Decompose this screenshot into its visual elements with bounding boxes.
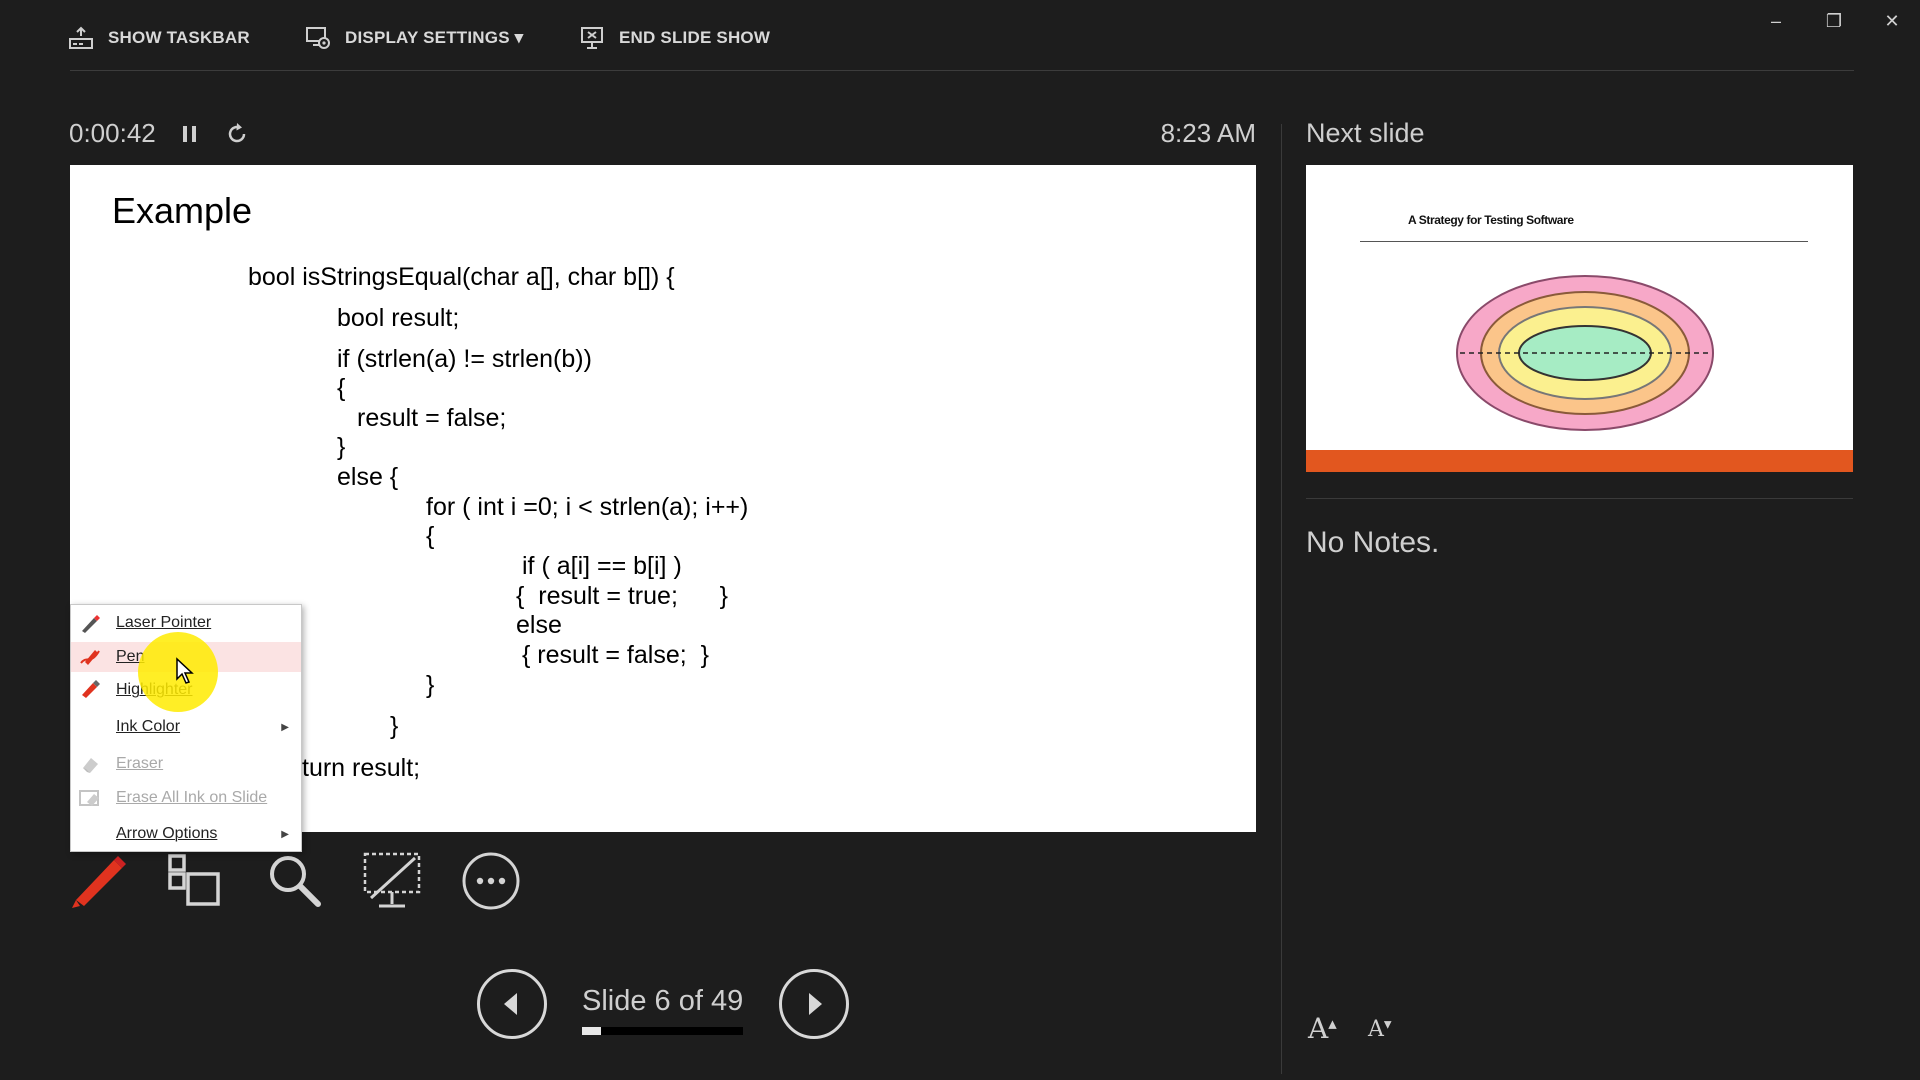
menu-item-ink-color[interactable]: Ink Color ▶ — [71, 712, 301, 742]
code-line: turn result; — [302, 754, 421, 782]
highlighter-icon — [82, 680, 100, 698]
menu-item-arrow-options[interactable]: Arrow Options ▶ — [71, 819, 301, 849]
previous-slide-button[interactable] — [477, 969, 547, 1039]
slide-counter[interactable]: Slide 6 of 49 — [582, 985, 743, 1018]
thumb-divider — [1360, 241, 1808, 242]
toolbar-divider — [70, 70, 1854, 71]
increase-font-label: A — [1308, 1012, 1329, 1045]
submenu-arrow-icon: ▶ — [281, 721, 289, 733]
thumb-accent-bar — [1306, 450, 1853, 472]
notes-divider — [1306, 498, 1853, 499]
code-line: } — [426, 671, 435, 699]
top-toolbar: SHOW TASKBAR DISPLAY SETTINGS ▾ END SLID… — [0, 0, 1920, 72]
code-line: else { — [337, 463, 399, 491]
end-slide-show-label: END SLIDE SHOW — [619, 28, 771, 47]
next-slide-title: A Strategy for Testing Software — [1408, 213, 1574, 227]
code-line: bool result; — [337, 304, 460, 332]
black-screen-icon[interactable] — [361, 850, 423, 912]
decrease-font-label: A — [1368, 1017, 1384, 1042]
code-line: if ( a[i] == b[i] ) — [522, 552, 682, 580]
pane-divider — [1281, 124, 1282, 1074]
restore-button[interactable]: ❐ — [1819, 6, 1849, 36]
code-line: else — [516, 611, 562, 639]
show-taskbar-button[interactable]: SHOW TASKBAR — [68, 22, 250, 54]
code-line: bool isStringsEqual(char a[], char b[]) … — [248, 263, 675, 291]
eraser-icon — [83, 758, 98, 773]
submenu-arrow-icon: ▶ — [281, 828, 289, 840]
code-line: { result = true; } — [516, 582, 728, 610]
elapsed-timer: 0:00:42 — [69, 118, 156, 148]
menu-item-label: Erase All Ink on Slide — [116, 789, 268, 806]
code-line: } — [337, 433, 346, 461]
concentric-ellipses-diagram — [1456, 275, 1714, 431]
code-line: if (strlen(a) != strlen(b)) — [337, 345, 592, 373]
restart-timer-icon[interactable] — [222, 118, 252, 150]
next-arrow-icon — [809, 993, 822, 1015]
slide-title: Example — [112, 190, 253, 231]
slide-sorter-icon[interactable] — [164, 850, 226, 912]
pen-icon — [80, 650, 100, 665]
code-line: result = false; — [357, 404, 507, 432]
pause-icon[interactable] — [175, 118, 205, 150]
menu-item-erase-all-ink[interactable]: Erase All Ink on Slide — [71, 783, 301, 813]
taskbar-icon — [69, 26, 93, 49]
show-taskbar-label: SHOW TASKBAR — [108, 28, 250, 47]
code-line: } — [390, 712, 399, 740]
current-time: 8:23 AM — [1160, 118, 1256, 148]
decrease-notes-font-button[interactable]: A▼ — [1368, 1017, 1392, 1042]
menu-item-eraser[interactable]: Eraser — [71, 749, 301, 779]
code-line: { — [426, 522, 435, 550]
slide-progress-bar — [582, 1027, 743, 1035]
end-show-icon — [581, 27, 603, 49]
menu-item-label: Eraser — [116, 755, 164, 772]
laser-pointer-icon — [82, 615, 100, 633]
display-settings-label: DISPLAY SETTINGS ▾ — [345, 28, 524, 47]
previous-arrow-icon — [504, 993, 517, 1015]
menu-item-label: Ink Color — [116, 718, 181, 735]
more-options-icon[interactable] — [460, 850, 522, 912]
pen-tool-icon[interactable] — [68, 850, 130, 912]
close-button[interactable]: ✕ — [1877, 6, 1907, 36]
mouse-cursor-icon — [176, 657, 194, 684]
speaker-notes: No Notes. — [1306, 526, 1440, 559]
next-slide-thumbnail[interactable]: A Strategy for Testing Software — [1306, 165, 1853, 472]
menu-item-label: Arrow Options — [116, 825, 218, 842]
display-settings-icon — [306, 27, 330, 49]
minimize-button[interactable]: – — [1761, 6, 1791, 36]
next-slide-button[interactable] — [779, 969, 849, 1039]
code-line: for ( int i =0; i < strlen(a); i++) — [426, 493, 749, 521]
menu-item-label: Laser Pointer — [116, 614, 212, 631]
increase-notes-font-button[interactable]: A▲ — [1308, 1012, 1337, 1045]
zoom-icon[interactable] — [264, 850, 326, 912]
erase-all-icon — [79, 790, 99, 806]
next-slide-label: Next slide — [1306, 118, 1425, 148]
code-line: { result = false; } — [522, 641, 709, 669]
end-slide-show-button[interactable]: END SLIDE SHOW — [579, 22, 770, 54]
code-line: { — [337, 374, 346, 402]
slide-progress-fill — [582, 1027, 602, 1035]
display-settings-button[interactable]: DISPLAY SETTINGS ▾ — [305, 22, 523, 54]
